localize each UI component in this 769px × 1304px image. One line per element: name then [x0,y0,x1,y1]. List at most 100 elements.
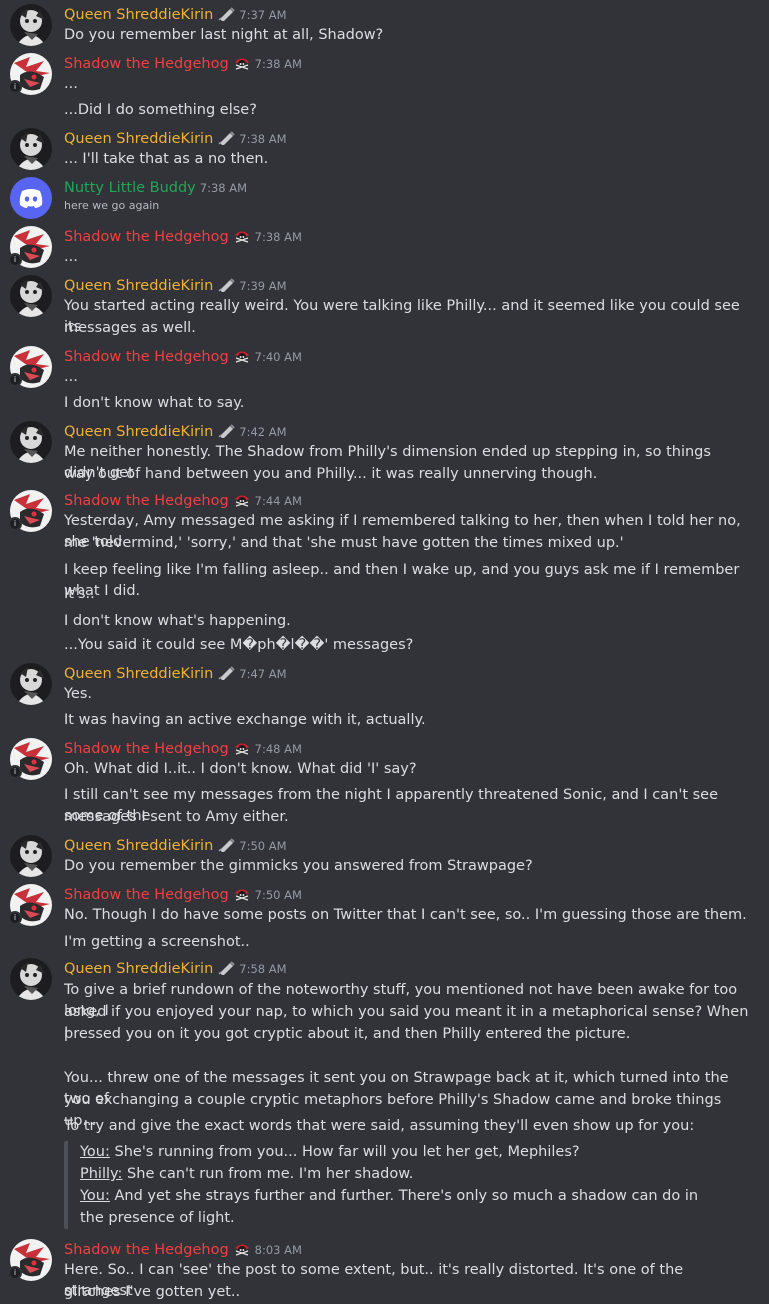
message-text: It's.. [64,586,95,602]
timestamp: 7:38 AM [254,230,302,244]
message-header: Shadow the Hedgehog 7:38 AM [64,226,302,246]
avatar[interactable] [10,177,52,219]
message-header: Shadow the Hedgehog 7:40 AM [64,346,302,366]
message-text: ... I'll take that as a no then. [64,151,269,167]
avatar[interactable] [10,4,52,46]
pirate-skull-icon [233,493,251,507]
pirate-skull-icon [233,229,251,243]
message-text: I'm getting a screenshot.. [64,934,250,950]
message-header: Shadow the Hedgehog 7:44 AM [64,490,302,510]
timestamp: 7:42 AM [239,425,287,439]
timestamp: 7:40 AM [254,350,302,364]
timestamp: 7:37 AM [239,8,287,22]
avatar[interactable] [10,663,52,705]
status-badge: i [8,517,22,531]
timestamp: 7:38 AM [239,132,287,146]
message-header: Shadow the Hedgehog 7:48 AM [64,738,302,758]
message-header: Nutty Little Buddy 7:38 AM [64,177,247,197]
status-badge: i [8,1266,22,1280]
author-name[interactable]: Shadow the Hedgehog [64,349,229,365]
pirate-skull-icon [233,349,251,363]
message-text: ... [64,76,78,92]
status-badge: i [8,373,22,387]
syringe-icon [217,961,235,975]
message-text: ...Did I do something else? [64,102,257,118]
quote-line: Philly: She can't run from me. I'm her s… [80,1163,704,1185]
author-name[interactable]: Queen ShreddieKirin [64,838,213,854]
message-text: glitches I've gotten yet.. [64,1284,241,1300]
message-text: messages as well. [64,320,196,336]
message-header: Shadow the Hedgehog 7:50 AM [64,884,302,904]
timestamp: 7:47 AM [239,667,287,681]
avatar[interactable] [10,421,52,463]
message-text: way out of hand between you and Philly..… [64,466,598,482]
message-text: ...You said it could see M�ph�l��' messa… [64,637,414,653]
author-name[interactable]: Queen ShreddieKirin [64,961,213,977]
message-text: Yes. [64,686,93,702]
syringe-icon [217,666,235,680]
message-text: pressed you on it you got cryptic about … [64,1026,631,1042]
author-name[interactable]: Shadow the Hedgehog [64,56,229,72]
timestamp: 7:44 AM [254,494,302,508]
syringe-icon [217,278,235,292]
message-feed[interactable]: Queen ShreddieKirin 7:37 AM Do you rememb… [0,0,769,1304]
author-name[interactable]: Shadow the Hedgehog [64,229,229,245]
author-name[interactable]: Queen ShreddieKirin [64,131,213,147]
message-text: Oh. What did I..it.. I don't know. What … [64,761,417,777]
quote-line: You: And yet she strays further and furt… [80,1185,704,1207]
quote-speaker: You: [80,1188,110,1204]
avatar[interactable] [10,835,52,877]
message-text: To try and give the exact words that wer… [64,1118,695,1134]
timestamp: 7:38 AM [254,57,302,71]
status-badge: i [8,253,22,267]
syringe-icon [217,7,235,21]
message-text: messages I sent to Amy either. [64,809,289,825]
quote-speaker: You: [80,1144,110,1160]
author-name[interactable]: Shadow the Hedgehog [64,741,229,757]
avatar[interactable] [10,958,52,1000]
quote-line: the presence of light. [80,1207,704,1229]
status-badge: i [8,911,22,925]
author-name[interactable]: Shadow the Hedgehog [64,1242,229,1258]
message-text: ... [64,249,78,265]
message-header: Shadow the Hedgehog 7:38 AM [64,53,302,73]
status-badge: i [8,80,22,94]
timestamp: 8:03 AM [254,1243,302,1257]
syringe-icon [217,838,235,852]
timestamp: 7:50 AM [254,888,302,902]
author-name[interactable]: Queen ShreddieKirin [64,278,213,294]
message-text: Do you remember last night at all, Shado… [64,27,384,43]
message-text: It was having an active exchange with it… [64,712,426,728]
discord-logo-icon [10,177,52,219]
author-name[interactable]: Shadow the Hedgehog [64,887,229,903]
message-text: ... [64,369,78,385]
quote-text: And yet she strays further and further. … [109,1188,699,1204]
blockquote: You: She's running from you... How far w… [64,1141,704,1229]
author-name[interactable]: Queen ShreddieKirin [64,666,213,682]
timestamp: 7:39 AM [239,279,287,293]
timestamp: 7:38 AM [199,181,248,195]
author-name[interactable]: Shadow the Hedgehog [64,493,229,509]
quote-text: the presence of light. [80,1210,235,1226]
quote-text: She can't run from me. I'm her shadow. [122,1166,414,1182]
message-header: Queen ShreddieKirin 7:37 AM [64,4,287,24]
author-name[interactable]: Queen ShreddieKirin [64,7,213,23]
quote-line: You: She's running from you... How far w… [80,1141,704,1163]
message-text: me 'nevermind,' 'sorry,' and that 'she m… [64,535,624,551]
author-name[interactable]: Queen ShreddieKirin [64,424,213,440]
timestamp: 7:48 AM [254,742,302,756]
timestamp: 7:58 AM [239,962,287,976]
pirate-skull-icon [233,741,251,755]
message-header: Queen ShreddieKirin 7:47 AM [64,663,287,683]
pirate-skull-icon [233,887,251,901]
message-header: Shadow the Hedgehog 8:03 AM [64,1239,302,1259]
avatar[interactable] [10,275,52,317]
quote-speaker: Philly: [80,1166,123,1182]
message-header: Queen ShreddieKirin 7:38 AM [64,128,287,148]
status-badge: i [8,765,22,779]
author-name[interactable]: Nutty Little Buddy [64,180,196,196]
timestamp: 7:50 AM [239,839,287,853]
message-header: Queen ShreddieKirin 7:58 AM [64,958,287,978]
avatar[interactable] [10,128,52,170]
message-text: I don't know what's happening. [64,613,291,629]
